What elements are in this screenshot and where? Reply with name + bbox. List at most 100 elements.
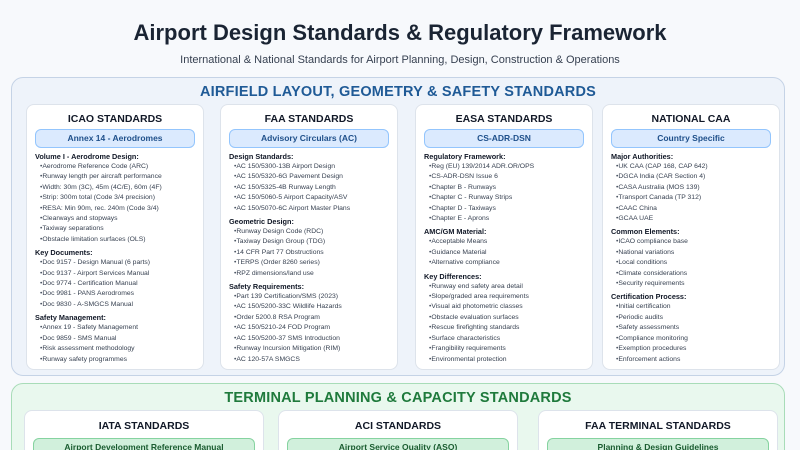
item-list: Aerodrome Reference Code (ARC) Runway le… [35,162,199,245]
card-pill: Airport Development Reference Manual [33,438,255,450]
group-title: Key Differences: [424,271,482,281]
item-list: AC 150/5300-13B Airport Design AC 150/53… [229,162,393,214]
group-title: Major Authorities: [611,152,674,161]
list-item: Environmental protection [424,355,588,365]
group-title: Volume I - Aerodrome Design: [35,152,139,161]
list-item: CAAC China [611,204,775,214]
list-item: Chapter E - Aprons [424,214,588,224]
list-item: Local conditions [611,258,775,268]
item-list: Initial certification Periodic audits Sa… [611,302,775,364]
list-item: Transport Canada (TP 312) [611,193,775,203]
card-pill: Airport Service Quality (ASQ) [287,438,509,450]
group-title: Key Documents: [35,248,93,258]
list-item: AC 120-57A SMGCS [229,355,393,365]
list-item: Doc 9774 - Certification Manual [35,279,199,289]
card-pill: Advisory Circulars (AC) [229,129,389,148]
list-item: Doc 9981 - PANS Aerodromes [35,289,199,299]
list-item: Periodic audits [611,313,775,323]
airfield-section-title: AIRFIELD LAYOUT, GEOMETRY & SAFETY STAND… [199,84,597,100]
list-item: Taxiway separations [35,224,199,234]
list-item: Initial certification [611,302,775,312]
card-body: Design Standards: AC 150/5300-13B Airpor… [229,152,393,365]
iata-card: IATA STANDARDS Airport Development Refer… [24,410,264,450]
faa-terminal-card: FAA TERMINAL STANDARDS Planning & Design… [538,410,778,450]
item-list: Reg (EU) 139/2014 ADR.OR/OPS CS-ADR-DSN … [424,162,588,224]
national-caa-card: NATIONAL CAA Country Specific Major Auth… [602,104,780,370]
list-item: CASA Australia (MOS 139) [611,183,775,193]
list-item: AC 150/5300-13B Airport Design [229,162,393,172]
list-item: Risk assessment methodology [35,344,199,354]
list-item: TERPS (Order 8260 series) [229,258,393,268]
group-title: Safety Management: [35,313,106,323]
item-list: Annex 19 - Safety Management Doc 9859 - … [35,323,199,365]
list-item: Doc 9830 - A-SMGCS Manual [35,300,199,310]
card-title: EASA STANDARDS [455,113,553,125]
terminal-section: TERMINAL PLANNING & CAPACITY STANDARDS I… [11,383,785,450]
list-item: Rescue firefighting standards [424,323,588,333]
group-title: AMC/GM Material: [424,227,487,237]
list-item: Aerodrome Reference Code (ARC) [35,162,199,172]
list-item: DGCA India (CAR Section 4) [611,172,775,182]
list-item: Order 5200.8 RSA Program [229,313,393,323]
list-item: Slope/graded area requirements [424,292,588,302]
list-item: Runway length per aircraft performance [35,172,199,182]
item-list: Part 139 Certification/SMS (2023) AC 150… [229,292,393,365]
group-title: Regulatory Framework: [424,152,506,161]
card-pill: CS-ADR-DSN [424,129,584,148]
item-list: Acceptable Means Guidance Material Alter… [424,237,588,268]
list-item: 14 CFR Part 77 Obstructions [229,248,393,258]
card-title: ICAO STANDARDS [67,113,163,125]
list-item: Safety assessments [611,323,775,333]
group-title: Common Elements: [611,227,680,237]
card-pill: Country Specific [611,129,771,148]
card-title: IATA STANDARDS [98,420,190,432]
easa-card: EASA STANDARDS CS-ADR-DSN Regulatory Fra… [415,104,593,370]
list-item: Surface characteristics [424,334,588,344]
list-item: Enforcement actions [611,355,775,365]
list-item: Visual aid photometric classes [424,302,588,312]
list-item: AC 150/5210-24 FOD Program [229,323,393,333]
card-title: FAA STANDARDS [264,113,354,125]
list-item: Reg (EU) 139/2014 ADR.OR/OPS [424,162,588,172]
list-item: UK CAA (CAP 168, CAP 642) [611,162,775,172]
list-item: Climate considerations [611,269,775,279]
icao-card: ICAO STANDARDS Annex 14 - Aerodromes Vol… [26,104,204,370]
group-title: Certification Process: [611,292,687,302]
list-item: Runway end safety area detail [424,282,588,292]
card-body: Major Authorities: UK CAA (CAP 168, CAP … [611,152,775,365]
card-body: Volume I - Aerodrome Design: Aerodrome R… [35,152,199,365]
list-item: AC 150/5325-4B Runway Length [229,183,393,193]
list-item: Taxiway Design Group (TDG) [229,237,393,247]
list-item: Chapter D - Taxiways [424,204,588,214]
item-list: Doc 9157 - Design Manual (6 parts) Doc 9… [35,258,199,310]
list-item: Doc 9157 - Design Manual (6 parts) [35,258,199,268]
list-item: ICAO compliance base [611,237,775,247]
list-item: Strip: 300m total (Code 3/4 precision) [35,193,199,203]
list-item: Chapter C - Runway Strips [424,193,588,203]
list-item: RESA: Min 90m, rec. 240m (Code 3/4) [35,204,199,214]
card-title: ACI STANDARDS [354,420,442,432]
list-item: Guidance Material [424,248,588,258]
aci-card: ACI STANDARDS Airport Service Quality (A… [278,410,518,450]
faa-card: FAA STANDARDS Advisory Circulars (AC) De… [220,104,398,370]
card-title: NATIONAL CAA [651,113,731,125]
list-item: Chapter B - Runways [424,183,588,193]
list-item: National variations [611,248,775,258]
item-list: Runway Design Code (RDC) Taxiway Design … [229,227,393,279]
list-item: Part 139 Certification/SMS (2023) [229,292,393,302]
list-item: Width: 30m (3C), 45m (4C/E), 60m (4F) [35,183,199,193]
list-item: Alternative compliance [424,258,588,268]
group-title: Design Standards: [229,152,294,161]
list-item: Doc 9859 - SMS Manual [35,334,199,344]
item-list: ICAO compliance base National variations… [611,237,775,289]
list-item: CS-ADR-DSN Issue 6 [424,172,588,182]
list-item: Runway Design Code (RDC) [229,227,393,237]
list-item: Compliance monitoring [611,334,775,344]
terminal-section-title: TERMINAL PLANNING & CAPACITY STANDARDS [224,390,572,406]
list-item: Doc 9137 - Airport Services Manual [35,269,199,279]
list-item: Clearways and stopways [35,214,199,224]
list-item: AC 150/5200-37 SMS Introduction [229,334,393,344]
list-item: Annex 19 - Safety Management [35,323,199,333]
list-item: AC 150/5060-5 Airport Capacity/ASV [229,193,393,203]
list-item: RPZ dimensions/land use [229,269,393,279]
